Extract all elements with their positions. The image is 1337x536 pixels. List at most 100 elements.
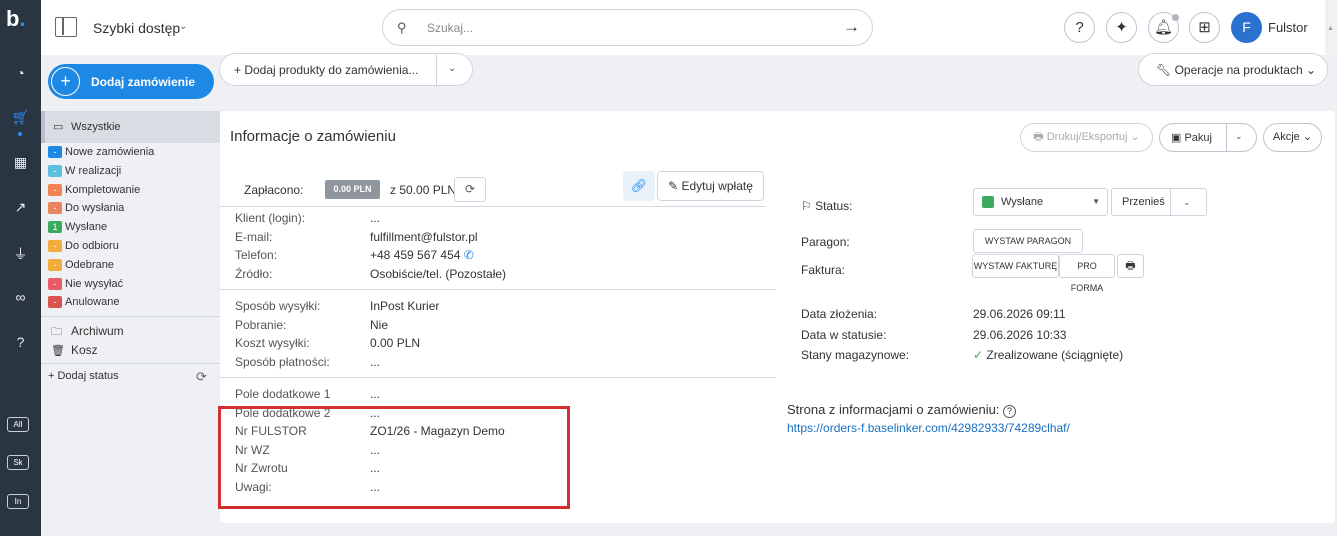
status-item[interactable]: - Odebrane: [48, 258, 114, 275]
chevron-down-icon[interactable]: ⌄: [448, 63, 456, 74]
sidebar-toggle-icon[interactable]: [55, 17, 77, 37]
status-trash[interactable]: 🗑︎ Kosz: [51, 343, 98, 357]
product-operations-button[interactable]: 🔧︎ Operacje na produktach ⌄: [1138, 53, 1328, 86]
cart-icon[interactable]: 🛒︎: [0, 109, 41, 126]
field-value[interactable]: ...: [370, 355, 380, 369]
quick-access-label[interactable]: Szybki dostęp: [93, 20, 180, 36]
field-value[interactable]: fulfillment@fulstor.pl: [370, 230, 478, 244]
status-count-badge: -: [48, 146, 62, 159]
status-count-badge: -: [48, 258, 62, 271]
plug-icon[interactable]: ⏚: [0, 244, 41, 264]
wrench-icon: 🔧︎: [1156, 63, 1172, 77]
field-label: Sposób płatności:: [235, 355, 330, 370]
edit-payment-button[interactable]: ✎ Edytuj wpłatę: [657, 171, 764, 201]
search-icon: ⚲: [397, 20, 407, 35]
search-input[interactable]: [427, 18, 807, 38]
top-bar: Szybki dostęp ⌄ ⚲ → ? ✦ 🔔︎ ⊞ F Fulstor: [41, 0, 1337, 55]
status-item-label: Do wysłania: [65, 202, 125, 215]
order-page-link[interactable]: https://orders-f.baselinker.com/42982933…: [787, 421, 1070, 435]
add-products-button[interactable]: + Dodaj produkty do zamówienia... ⌄: [219, 53, 473, 86]
scrollbar[interactable]: [1325, 0, 1337, 55]
status-item[interactable]: -W realizacji: [48, 164, 121, 181]
chevron-down-icon[interactable]: ⌄: [179, 21, 187, 32]
rail-label-all[interactable]: All: [7, 417, 29, 432]
warehouse-icon[interactable]: ▦: [0, 154, 41, 171]
help-icon[interactable]: ?: [0, 334, 41, 350]
field-label: Pobranie:: [235, 317, 287, 332]
rail-label-in[interactable]: In: [7, 494, 29, 509]
chevron-down-icon[interactable]: ⌄: [1183, 197, 1191, 208]
field-value[interactable]: InPost Kurier: [370, 299, 439, 313]
issue-invoice-button[interactable]: WYSTAW FAKTURĘ: [972, 254, 1059, 278]
refresh-icon[interactable]: ⟳: [196, 369, 207, 385]
status-item-label: Nowe zamówienia: [65, 146, 155, 159]
package-icon: ▣: [1171, 132, 1182, 144]
refresh-payment-icon[interactable]: ⟳: [454, 177, 486, 202]
field-value[interactable]: Nie: [370, 318, 388, 332]
field-value[interactable]: 0.00 PLN: [370, 336, 420, 350]
actions-button[interactable]: Akcje ⌄: [1263, 123, 1322, 152]
field-value[interactable]: ...: [370, 387, 380, 401]
dashboard-icon[interactable]: ◔: [0, 65, 41, 81]
avatar[interactable]: F: [1231, 12, 1262, 43]
field-value[interactable]: +48 459 567 454 ✆: [370, 248, 474, 262]
status-count-badge: 1: [48, 221, 62, 234]
link-icon[interactable]: 🔗︎: [623, 171, 655, 201]
status-item-label: Kompletowanie: [65, 183, 141, 196]
status-count-badge: -: [48, 164, 62, 177]
status-item[interactable]: - Anulowane: [48, 296, 119, 312]
status-item[interactable]: - Do wysłania: [48, 202, 124, 218]
status-item[interactable]: - Kompletowanie: [48, 183, 141, 200]
status-item-label: Odebrane: [65, 258, 114, 271]
chevron-down-icon[interactable]: ⌄: [1235, 131, 1243, 142]
field-label: E-mail:: [235, 229, 273, 244]
notification-dot: [1172, 14, 1179, 21]
archive-icon: 🗀︎: [51, 326, 62, 338]
status-all[interactable]: ▭ Wszystkie: [41, 111, 220, 143]
inbox-icon: ▭: [53, 121, 64, 133]
date-label: Stany magazynowe:: [801, 348, 910, 362]
pack-button[interactable]: ▣ Pakuj ⌄: [1159, 123, 1257, 152]
status-item-label: Anulowane: [65, 296, 120, 309]
add-status-button[interactable]: + Dodaj status: [48, 370, 119, 382]
field-label: Koszt wysyłki:: [235, 336, 310, 351]
search-submit-icon[interactable]: →: [843, 17, 860, 37]
status-item-label: Do odbioru: [65, 240, 119, 253]
user-name[interactable]: Fulstor: [1268, 20, 1308, 35]
status-item[interactable]: - Nowe zamówienia: [48, 146, 154, 162]
print-icon[interactable]: 🖶︎: [1117, 254, 1144, 278]
status-item[interactable]: - Do odbioru: [48, 240, 119, 256]
paid-value-badge: 0.00 PLN: [325, 180, 380, 199]
status-archive[interactable]: 🗀︎ Archiwum: [51, 323, 124, 342]
phone-icon[interactable]: ✆: [460, 248, 474, 262]
field-label: Telefon:: [235, 248, 278, 263]
status-select[interactable]: Wysłane ▼: [973, 188, 1108, 216]
ai-sparkle-icon[interactable]: ✦: [1106, 12, 1137, 43]
date-value: ✓ Zrealizowane (ściągnięte): [973, 348, 1124, 362]
page-info-title: Strona z informacjami o zamówieniu: ?: [787, 402, 1017, 418]
date-label: Data złożenia:: [801, 307, 878, 321]
print-export-button[interactable]: 🖶︎ Drukuj/Eksportuj ⌄: [1020, 123, 1153, 152]
app-logo[interactable]: b.: [6, 6, 26, 32]
status-item[interactable]: - Nie wysyłać: [48, 277, 123, 294]
help-button[interactable]: ?: [1064, 12, 1095, 43]
add-products-label: + Dodaj produkty do zamówienia...: [234, 63, 419, 77]
apps-icon[interactable]: ⊞: [1189, 12, 1220, 43]
proforma-button[interactable]: PRO FORMA: [1059, 254, 1115, 293]
rail-label-sk[interactable]: Sk: [7, 455, 29, 470]
invoice-label: Faktura:: [801, 263, 846, 277]
link-icon[interactable]: ∞: [0, 289, 41, 305]
field-value[interactable]: ...: [370, 211, 380, 225]
field-label: Sposób wysyłki:: [235, 299, 321, 313]
chart-icon[interactable]: ↗: [0, 199, 41, 216]
highlight-box: [218, 406, 570, 509]
status-item-label: Wysłane: [65, 221, 108, 234]
status-count-badge: -: [48, 240, 62, 253]
field-value[interactable]: Osobiście/tel. (Pozostałe): [370, 267, 506, 281]
plus-icon: +: [51, 67, 80, 96]
move-button[interactable]: Przenieś ⌄: [1111, 188, 1207, 216]
date-value: 29.06.2026 09:11: [973, 307, 1066, 321]
issue-receipt-button[interactable]: WYSTAW PARAGON: [973, 229, 1083, 253]
add-order-button[interactable]: + Dodaj zamówienie: [48, 64, 214, 99]
status-item[interactable]: 1 Wysłane: [48, 221, 107, 237]
